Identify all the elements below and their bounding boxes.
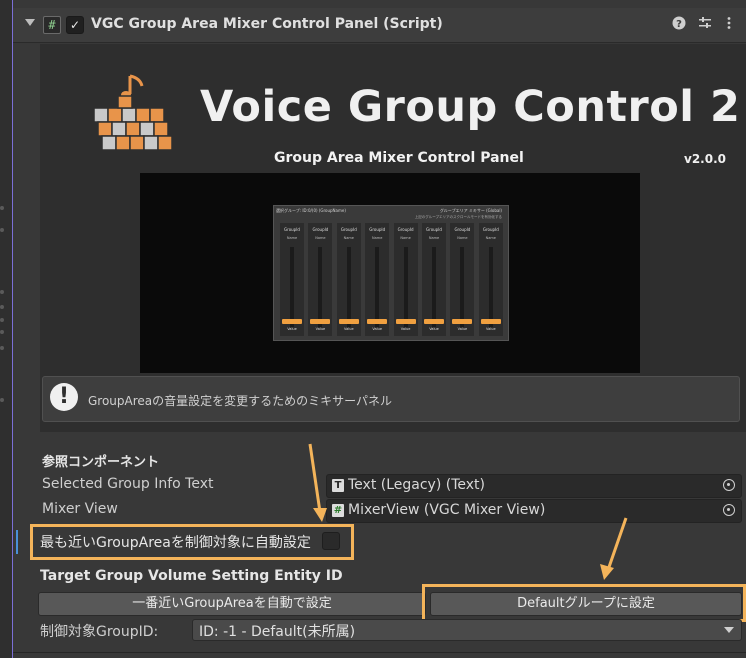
selected-group-info-value: Text (Legacy) (Text) (348, 477, 485, 493)
version-label: v2.0.0 (684, 152, 726, 166)
mixer-channel: GroupId Name Value (393, 223, 418, 336)
selected-group-info-field[interactable]: T Text (Legacy) (Text) (326, 474, 742, 498)
left-gutter (0, 0, 12, 658)
fader-knob (282, 319, 302, 324)
presets-icon[interactable] (697, 16, 713, 32)
mixer-channel: GroupId Name Value (308, 223, 333, 336)
channel-value: Value (343, 327, 354, 331)
fader-track (403, 247, 408, 327)
text-component-icon: T (332, 479, 344, 492)
script-component-icon: # (332, 504, 344, 517)
svg-text:?: ? (676, 19, 682, 30)
mixer-preview-header: 選択グループ: ID:0/(0) (GroupName) グループエリア ミキサ… (276, 208, 506, 214)
modified-marker (16, 530, 18, 554)
fader-knob (338, 319, 359, 324)
channel-name: Name (372, 236, 383, 240)
channel-value: Value (287, 327, 297, 331)
channel-value: Value (485, 327, 496, 331)
channel-name: Name (457, 236, 468, 240)
mixer-channel: GroupId Name Value (422, 223, 446, 336)
section-title-target: Target Group Volume Setting Entity ID (40, 568, 343, 584)
script-icon: # (43, 16, 61, 34)
channel-value: Value (457, 327, 468, 331)
channel-name: Name (400, 236, 411, 240)
channel-value: Value (400, 327, 411, 331)
selected-group-info-label: Selected Group Info Text (42, 476, 214, 492)
arrow-to-auto-checkbox (308, 443, 327, 522)
mixer-channel: GroupId Name Value (365, 223, 390, 336)
channel-value: Value (372, 327, 382, 331)
highlight-box-default-button (422, 584, 746, 622)
fader-knob (424, 319, 444, 324)
chevron-down-icon (724, 627, 734, 633)
fader-track (318, 247, 323, 327)
fader-knob (310, 319, 331, 324)
fader-knob (480, 319, 501, 324)
channel-label: GroupId (284, 227, 300, 232)
set-nearest-grouparea-button[interactable]: 一番近いGroupAreaを自動で設定 (38, 592, 426, 616)
channel-value: Value (315, 327, 326, 331)
brand-title: Voice Group Control 2 (200, 82, 741, 132)
mixer-view-label: Mixer View (42, 501, 118, 517)
enable-checkbox[interactable]: ✓ (66, 16, 84, 34)
channel-label: GroupId (369, 227, 386, 232)
channel-value: Value (429, 327, 439, 331)
channel-label: GroupId (312, 227, 329, 232)
fader-track (375, 247, 380, 327)
warning-icon: ! (50, 383, 78, 411)
foldout-arrow-icon[interactable] (25, 19, 35, 26)
arrow-to-default-button (600, 517, 628, 580)
mixer-preview: 選択グループ: ID:0/(0) (GroupName) グループエリア ミキサ… (273, 205, 509, 341)
channel-label: GroupId (426, 227, 442, 232)
panel-subtitle: Group Area Mixer Control Panel (274, 150, 524, 166)
mixer-channel: GroupId Name Value (478, 223, 503, 336)
fader-track (290, 247, 294, 327)
component-header[interactable]: # ✓ VGC Group Area Mixer Control Panel (… (13, 8, 746, 43)
more-options-icon[interactable] (721, 16, 737, 32)
mixer-channel: GroupId Name Value (336, 223, 361, 336)
fader-track (346, 247, 351, 327)
mixer-channel: GroupId Name Value (280, 223, 304, 336)
channel-name: Name (485, 236, 496, 240)
mixer-preview-note: 上記のグループエリアのスクロールモードを有効化する (414, 215, 502, 219)
component-title: VGC Group Area Mixer Control Panel (Scri… (91, 16, 443, 32)
channel-name: Name (343, 236, 354, 240)
mixer-view-field[interactable]: # MixerView (VGC Mixer View) (326, 499, 742, 523)
fader-track (488, 247, 493, 327)
channel-name: Name (315, 236, 326, 240)
channel-name: Name (428, 236, 440, 240)
channel-label: GroupId (340, 227, 357, 232)
mixer-preview-title: 選択グループ: ID:0/(0) (GroupName) (276, 208, 346, 213)
object-picker-icon[interactable] (723, 504, 735, 516)
help-text: GroupAreaの音量設定を変更するためのミキサーパネル (88, 394, 393, 408)
fader-knob (395, 319, 416, 324)
channel-label: GroupId (482, 227, 499, 232)
groupid-dropdown[interactable]: ID: -1 - Default(未所属) (192, 619, 742, 641)
divider (13, 652, 746, 653)
fader-knob (452, 319, 473, 324)
channel-label: GroupId (454, 227, 471, 232)
groupid-value: ID: -1 - Default(未所属) (199, 624, 356, 640)
hierarchy-line (12, 0, 13, 658)
groupid-label: 制御対象GroupID: (40, 624, 159, 640)
section-title-references: 参照コンポーネント (42, 455, 160, 470)
fader-track (460, 247, 465, 327)
channel-name: Name (286, 236, 298, 240)
fader-track (432, 247, 436, 327)
fader-knob (367, 319, 388, 324)
help-icon[interactable]: ? (671, 16, 687, 32)
mixer-preview-right: グループエリア ミキサー (Global) (439, 208, 502, 213)
highlight-box-auto-target (30, 524, 354, 560)
channel-label: GroupId (397, 227, 414, 232)
mixer-channel: GroupId Name Value (450, 223, 475, 336)
object-picker-icon[interactable] (723, 479, 735, 491)
cube-music-logo-icon (88, 68, 180, 156)
mixer-view-value: MixerView (VGC Mixer View) (348, 502, 546, 518)
